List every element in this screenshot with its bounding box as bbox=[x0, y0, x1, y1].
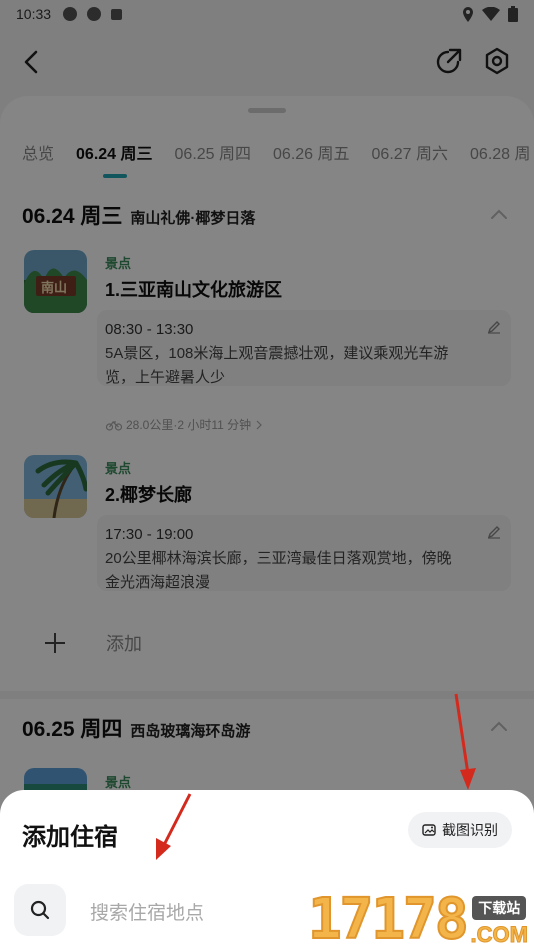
search-icon bbox=[30, 900, 50, 920]
search-button[interactable] bbox=[14, 884, 66, 936]
watermark-com: .COM bbox=[470, 922, 528, 948]
sheet-title: 添加住宿 bbox=[22, 824, 118, 851]
scan-image-icon bbox=[422, 824, 436, 836]
screenshot-recognize-label: 截图识别 bbox=[442, 822, 498, 838]
watermark-digits: 17178 bbox=[307, 887, 470, 950]
lodging-search-input[interactable]: 搜索住宿地点 bbox=[90, 898, 204, 925]
site-watermark-logo: 17178 下载站 .COM bbox=[307, 887, 529, 950]
watermark-side: 下载站 .COM bbox=[470, 896, 529, 948]
screenshot-recognize-button[interactable]: 截图识别 bbox=[408, 812, 512, 848]
watermark-badge: 下载站 bbox=[472, 896, 527, 920]
